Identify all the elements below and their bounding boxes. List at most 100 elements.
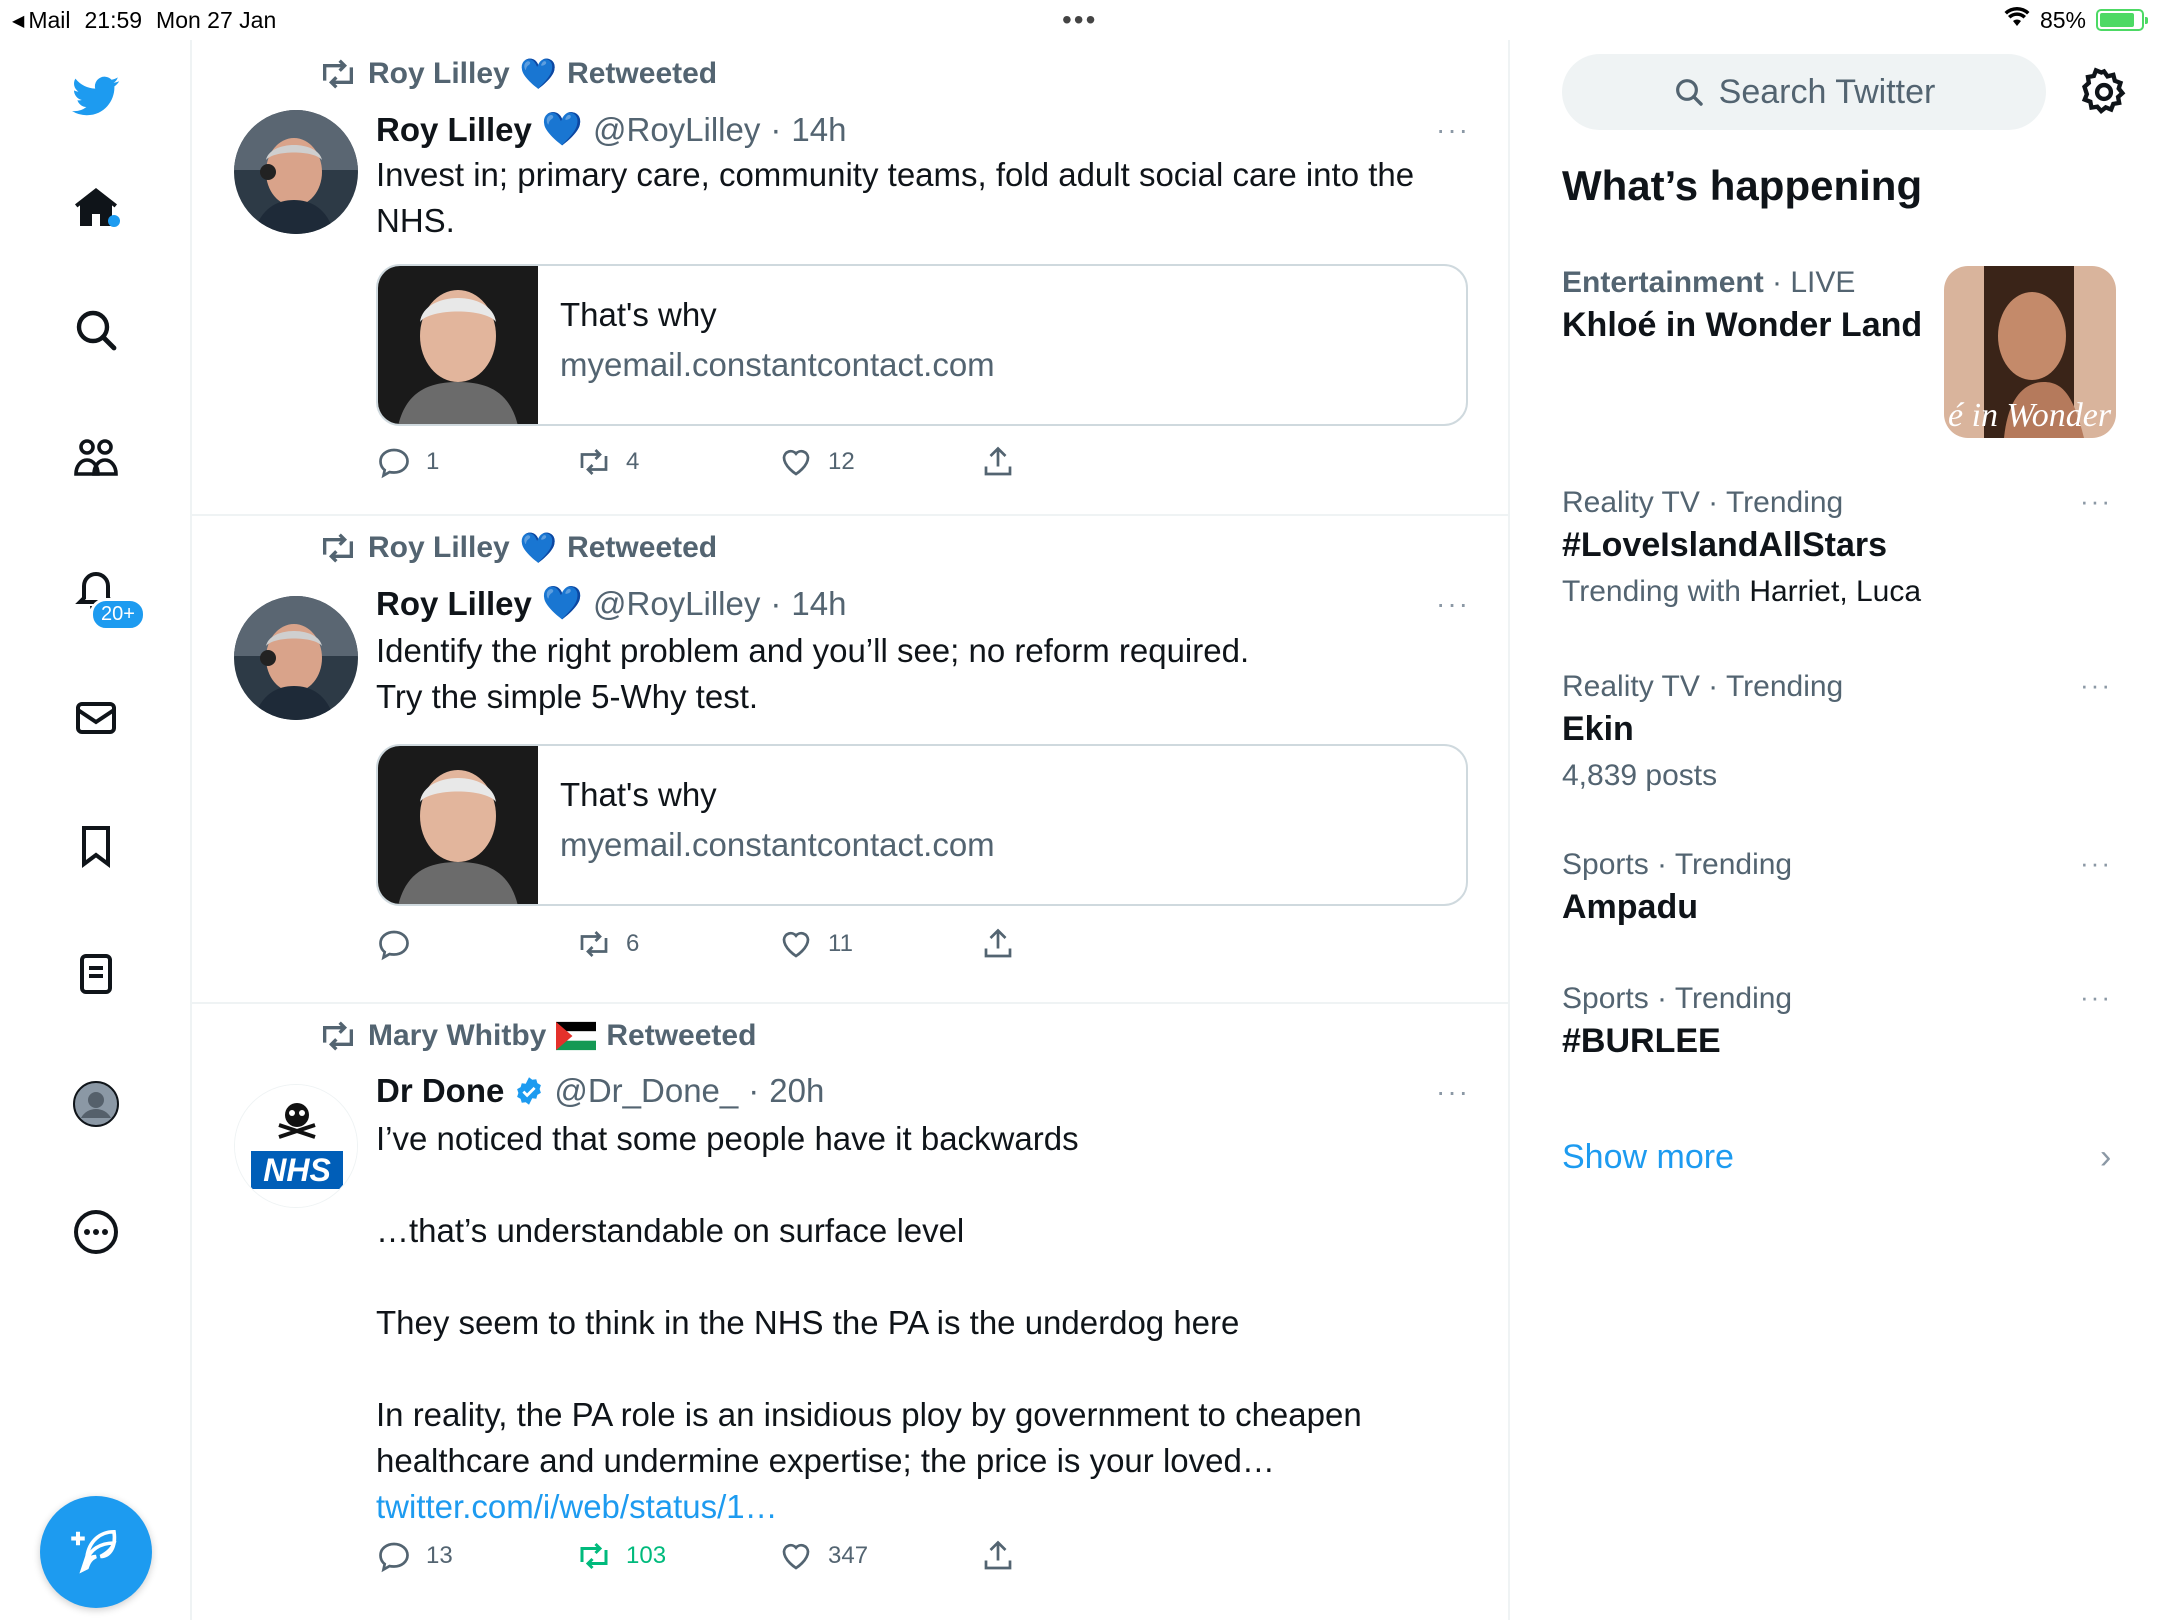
tweet-time[interactable]: 14h [791,111,846,149]
trend-more-button[interactable]: ··· [2080,848,2112,879]
tweet-more-button[interactable]: ··· [1436,588,1470,620]
retweeter-name[interactable]: Roy Lilley [368,531,510,565]
retweet-icon [580,449,608,475]
like-button[interactable]: 11 [778,926,853,962]
reply-button[interactable]: 1 [376,444,439,480]
trend-more-button[interactable]: ··· [2080,486,2112,517]
retweet-button[interactable]: 103 [576,1538,666,1574]
trend-status: LIVE [1790,266,1856,299]
home-unread-dot [108,215,120,227]
trend-image-caption: é in Wonder L [1948,397,2116,434]
author-handle[interactable]: @RoyLilley [593,111,760,149]
tweet-more-button[interactable]: ··· [1436,114,1470,146]
author-name[interactable]: Dr Done [376,1072,504,1110]
more-options-icon[interactable] [66,1202,126,1262]
share-button[interactable] [980,1538,1016,1574]
tweet[interactable]: Mary Whitby Retweeted NHS Dr Done @Dr_Do… [192,1004,1510,1620]
trend-more-button[interactable]: ··· [2080,670,2112,701]
heart-icon [782,931,810,958]
share-button[interactable] [980,926,1016,962]
trend-item[interactable]: Sports · Trending ··· Ampadu [1562,848,2122,927]
retweet-context: Roy Lilley 💙 Retweeted [318,528,717,568]
trend-more-button[interactable]: ··· [2080,982,2112,1013]
retweeter-name[interactable]: Roy Lilley [368,57,510,91]
show-more-link[interactable]: Show more [1562,1138,1734,1177]
chevron-right-icon: › [2100,1138,2112,1176]
separator-dot: · [748,1072,760,1109]
card-title: That's why [560,776,717,813]
timeline: Roy Lilley 💙 Retweeted Roy Lilley 💙 @Roy… [192,40,1510,1620]
retweet-button[interactable]: 6 [576,926,639,962]
link-card[interactable]: That's why myemail.constantcontact.com [376,264,1468,426]
retweet-button[interactable]: 4 [576,444,639,480]
tweet[interactable]: Roy Lilley 💙 Retweeted Roy Lilley 💙 @Roy… [192,516,1510,1004]
tweet-more-button[interactable]: ··· [1436,1076,1470,1108]
lists-icon[interactable] [66,944,126,1004]
blue-heart-icon: 💙 [541,584,583,621]
trend-image[interactable]: é in Wonder L [1944,266,2116,438]
retweeted-label: Retweeted [567,531,718,564]
author-avatar[interactable] [234,110,358,234]
tweet[interactable]: Roy Lilley 💙 Retweeted Roy Lilley 💙 @Roy… [192,40,1510,516]
trend-subtitle-names: Harriet, Luca [1749,575,1922,608]
author-avatar[interactable] [234,596,358,720]
tweet-paragraph: In reality, the PA role is an insidious … [376,1396,1362,1479]
retweet-icon [323,533,353,563]
reply-button[interactable]: 13 [376,1538,453,1574]
communities-icon[interactable] [66,428,126,488]
link-card[interactable]: That's why myemail.constantcontact.com [376,744,1468,906]
author-avatar[interactable]: NHS [234,1084,358,1208]
search-placeholder: Search Twitter [1718,72,1936,111]
trend-title: #LoveIslandAllStars [1562,526,1888,564]
trend-category: Entertainment [1562,266,1764,299]
retweet-icon [580,931,608,957]
search-bar[interactable]: Search Twitter [1562,54,2046,130]
tweet-text: Identify the right problem and you’ll se… [376,628,1476,720]
battery-percent: 85% [2039,6,2086,33]
tweet-text: Invest in; primary care, community teams… [376,152,1476,244]
author-name[interactable]: Roy Lilley [376,111,532,149]
settings-gear-icon[interactable] [2078,66,2130,118]
profile-avatar-icon[interactable] [66,1074,126,1134]
battery-icon [2096,9,2148,31]
avatar-nhs-text: NHS [263,1152,331,1188]
compose-tweet-button[interactable] [40,1496,152,1608]
retweet-icon [580,1542,608,1570]
share-icon [984,928,1012,958]
tweet-paragraph: Invest in; primary care, community teams… [376,156,1415,239]
share-button[interactable] [980,444,1016,480]
tweet-paragraph: …that’s understandable on surface level [376,1212,965,1249]
reply-icon [379,1542,409,1573]
trend-title: Ekin [1562,710,1634,748]
search-icon[interactable] [66,300,126,360]
trend-title: #BURLEE [1562,1022,1721,1060]
status-date: Mon 27 Jan [156,7,277,33]
like-button[interactable]: 12 [778,444,855,480]
messages-envelope-icon[interactable] [66,688,126,748]
retweet-context: Roy Lilley 💙 Retweeted [318,54,717,94]
author-handle[interactable]: @RoyLilley [593,585,760,623]
reply-icon [379,448,409,479]
tweet-time[interactable]: 20h [769,1072,824,1110]
back-app-label[interactable]: Mail [28,7,70,34]
twitter-logo-icon[interactable] [66,66,126,126]
bookmarks-icon[interactable] [66,816,126,876]
tweet-time[interactable]: 14h [791,585,846,623]
trend-item[interactable]: Reality TV · Trending ··· #LoveIslandAll… [1562,486,2122,609]
reply-button[interactable] [376,926,426,962]
like-button[interactable]: 347 [778,1538,868,1574]
trend-item[interactable]: Sports · Trending ··· #BURLEE [1562,982,2122,1061]
tweet-link[interactable]: twitter.com/i/web/status/1… [376,1484,1476,1530]
author-name[interactable]: Roy Lilley [376,585,532,623]
retweeter-name[interactable]: Mary Whitby [368,1019,546,1053]
retweeted-label: Retweeted [567,57,718,90]
trend-category: Reality TV · Trending [1562,486,1844,519]
multitask-dots-icon[interactable]: ••• [1062,4,1097,36]
author-handle[interactable]: @Dr_Done_ [554,1072,738,1110]
wifi-icon [2004,6,2030,34]
trend-item[interactable]: Reality TV · Trending ··· Ekin 4,839 pos… [1562,670,2122,793]
retweet-count: 6 [626,930,640,957]
home-icon[interactable] [66,178,126,238]
back-arrow-icon[interactable]: ◀ [12,11,24,31]
tweet-paragraph: Identify the right problem and you’ll se… [376,632,1250,669]
